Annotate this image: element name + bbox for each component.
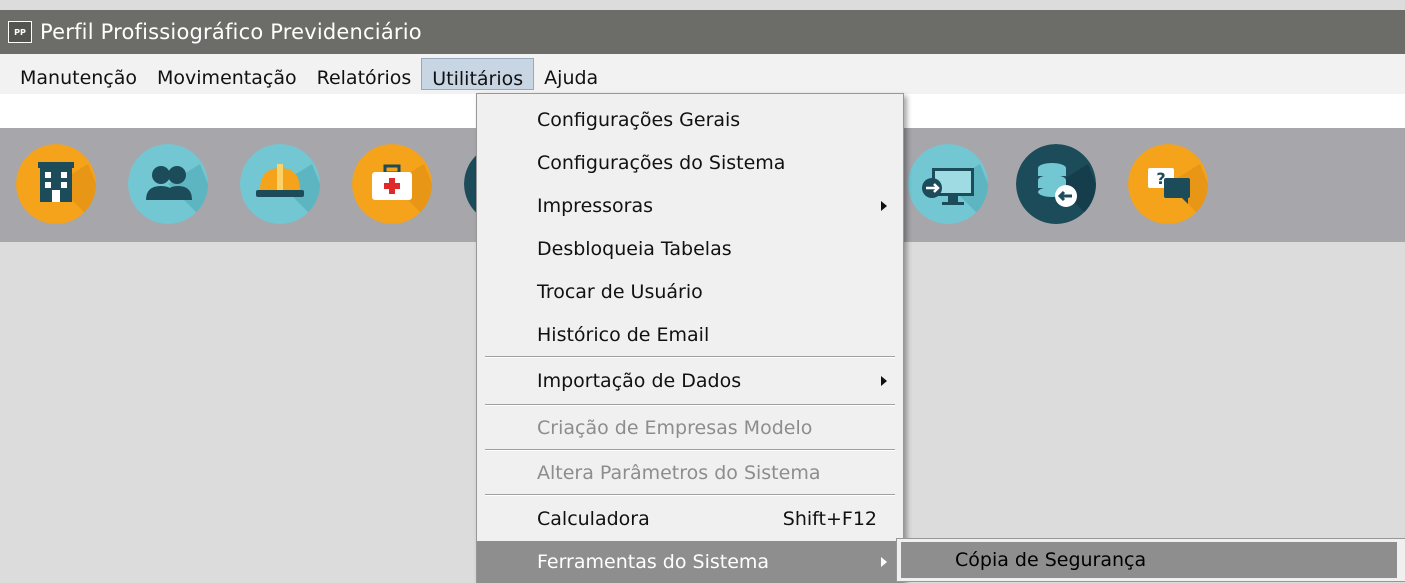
help-chat-icon[interactable]: ?	[1128, 144, 1208, 224]
menuitem-importacao-dados[interactable]: Importação de Dados	[477, 360, 903, 402]
menu-separator	[485, 356, 895, 358]
app-icon[interactable]: PP	[8, 21, 32, 43]
submenu-arrow-icon	[881, 201, 887, 211]
menu-separator	[485, 449, 895, 451]
menu-relatorios[interactable]: Relatórios	[307, 58, 422, 90]
menu-utilitarios[interactable]: Utilitários	[421, 58, 535, 90]
employees-icon[interactable]	[128, 144, 208, 224]
menuitem-configuracoes-gerais[interactable]: Configurações Gerais	[477, 99, 903, 141]
ferramentas-submenu: Cópia de Segurança	[896, 538, 1405, 582]
medical-kit-icon[interactable]	[352, 144, 432, 224]
menu-bar: Manutenção Movimentação Relatórios Utili…	[0, 54, 1405, 94]
database-restore-icon[interactable]	[1016, 144, 1096, 224]
menuitem-historico-email[interactable]: Histórico de Email	[477, 314, 903, 356]
submenu-arrow-icon	[881, 557, 887, 567]
menuitem-calculadora[interactable]: Calculadora Shift+F12	[477, 498, 903, 540]
window-title: Perfil Profissiográfico Previdenciário	[40, 20, 422, 44]
menuitem-impressoras[interactable]: Impressoras	[477, 185, 903, 227]
safety-helmet-icon[interactable]	[240, 144, 320, 224]
menuitem-trocar-usuario[interactable]: Trocar de Usuário	[477, 271, 903, 313]
menu-separator	[485, 494, 895, 496]
menuitem-desbloqueia-tabelas[interactable]: Desbloqueia Tabelas	[477, 228, 903, 270]
menu-separator	[485, 404, 895, 406]
menuitem-configuracoes-sistema[interactable]: Configurações do Sistema	[477, 142, 903, 184]
title-bar: PP Perfil Profissiográfico Previdenciári…	[0, 10, 1405, 54]
remote-screen-icon[interactable]	[908, 144, 988, 224]
menuitem-ferramentas-sistema[interactable]: Ferramentas do Sistema	[477, 541, 903, 583]
menuitem-altera-parametros: Altera Parâmetros do Sistema	[537, 462, 821, 484]
company-building-icon[interactable]	[16, 144, 96, 224]
utilitarios-menu: Configurações Gerais Configurações do Si…	[476, 93, 904, 583]
menuitem-copia-seguranca[interactable]: Cópia de Segurança	[901, 542, 1397, 578]
submenu-arrow-icon	[881, 376, 887, 386]
menu-ajuda[interactable]: Ajuda	[534, 58, 608, 90]
menuitem-criacao-empresas-modelo: Criação de Empresas Modelo	[537, 417, 813, 439]
menu-manutencao[interactable]: Manutenção	[10, 58, 147, 90]
shortcut-label: Shift+F12	[782, 508, 877, 530]
menu-movimentacao[interactable]: Movimentação	[147, 58, 307, 90]
